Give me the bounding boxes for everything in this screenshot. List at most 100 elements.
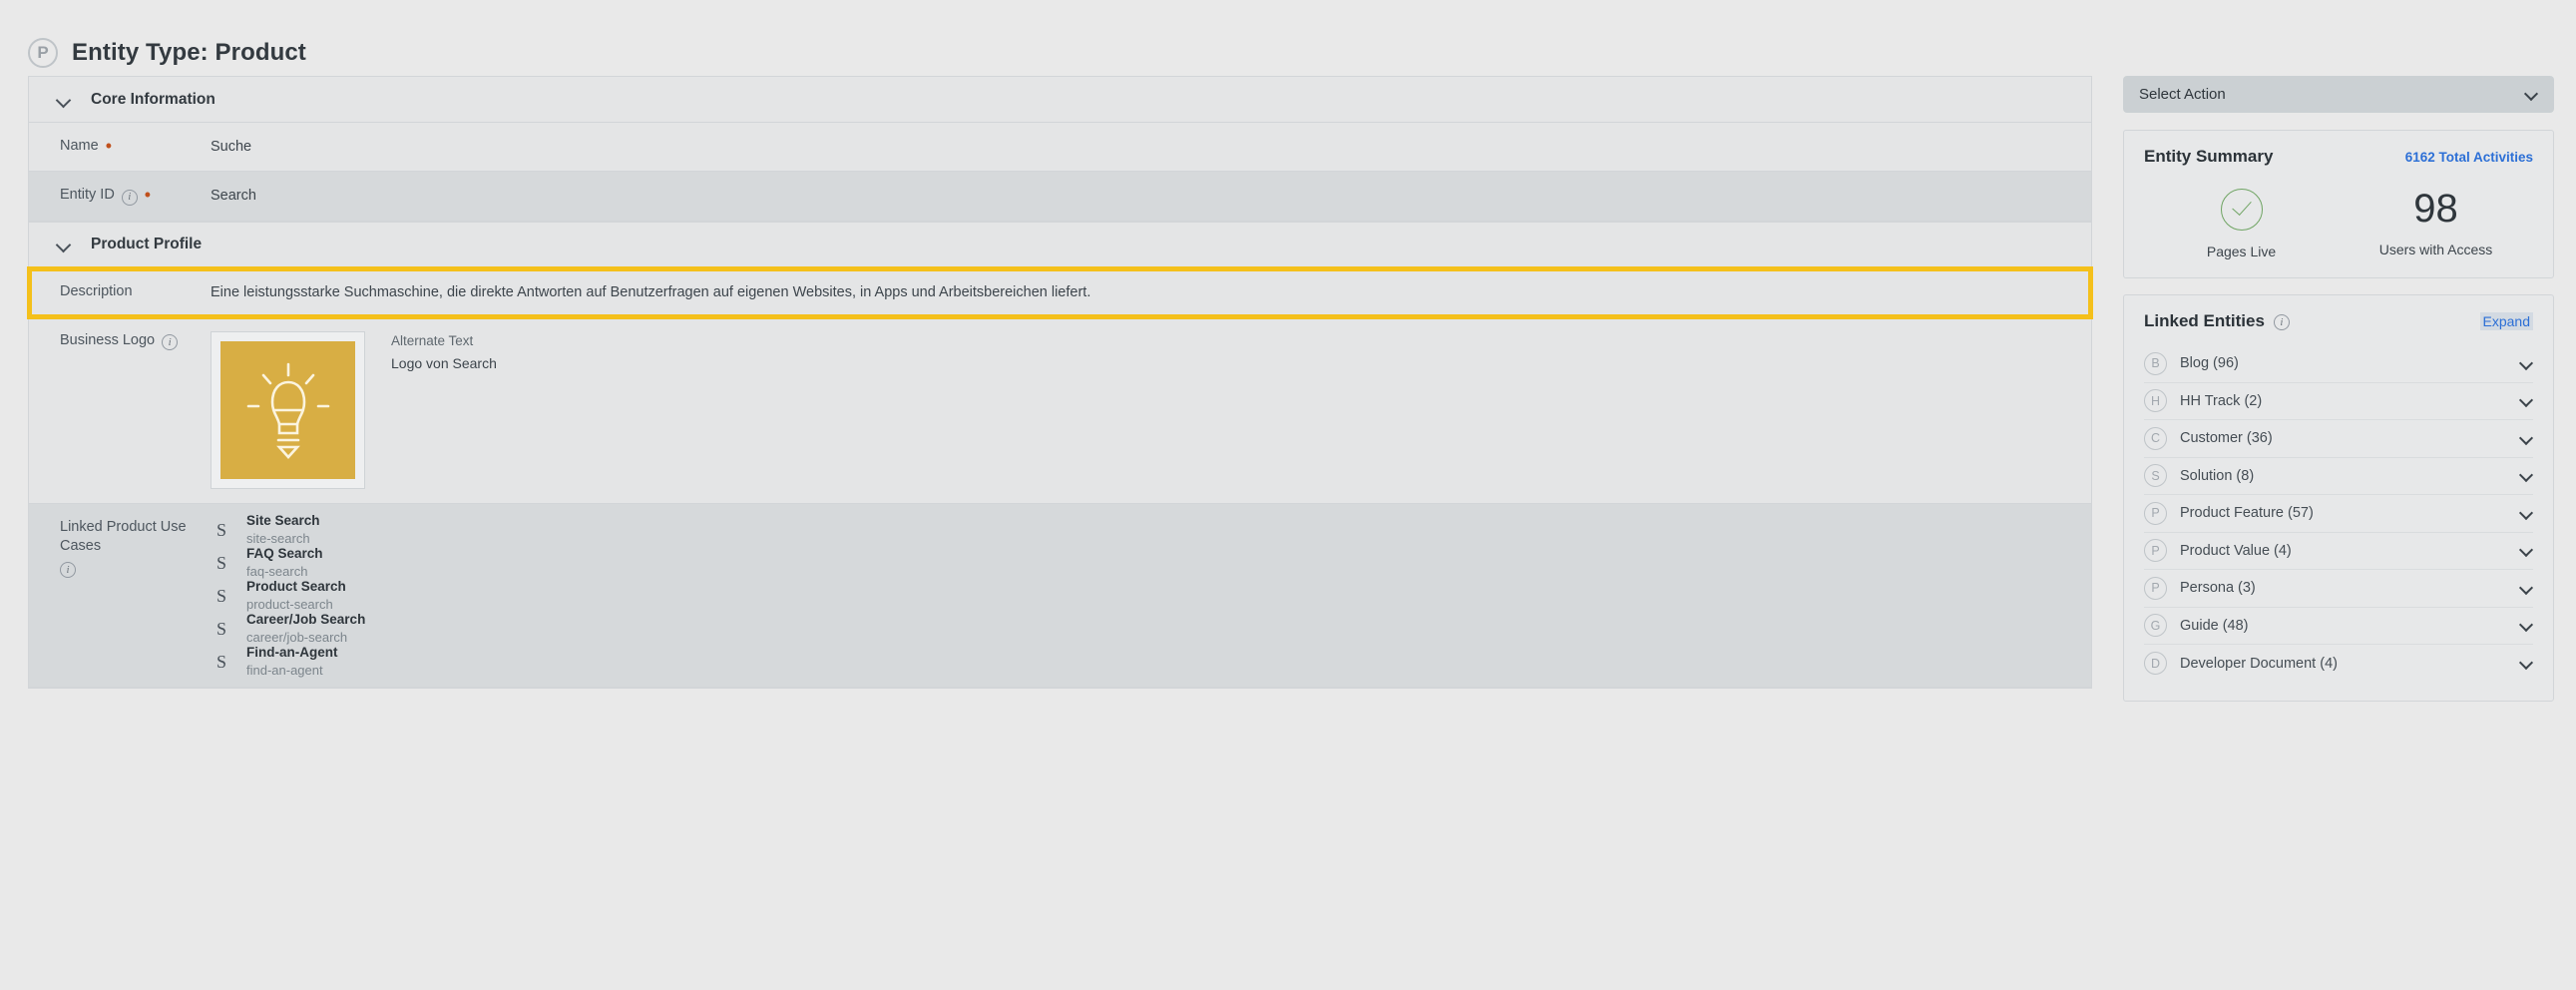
select-action-value: Select Action [2139,86,2226,103]
linked-entity-label: Blog (96) [2180,355,2239,372]
field-value-entity-id[interactable]: Search [211,172,276,220]
panel-header: Linked Entities i Expand [2144,311,2533,331]
list-item[interactable]: S Site Search site-search [211,512,365,547]
field-row-name: Name • Suche [29,123,2091,173]
field-value-description[interactable]: Eine leistungsstarke Suchmaschine, die d… [211,268,1110,316]
list-item[interactable]: S FAQ Search faq-search [211,546,365,580]
alternate-text-block: Alternate Text Logo von Search [391,331,497,489]
field-label-group: Linked Product Use Cases i [29,504,211,579]
avatar: S [215,552,226,573]
chevron-down-icon [57,93,71,107]
entity-detail-card: Core Information Name • Suche Entity ID … [27,76,2093,689]
use-case-title: Site Search [246,512,320,528]
field-label-group: Description [29,268,211,302]
linked-entity-row[interactable]: P Product Feature (57) [2144,495,2533,533]
field-label-group: Name • [29,123,211,157]
stat-label: Pages Live [2206,244,2277,259]
panel-title: Linked Entities [2144,311,2265,330]
content-area: Core Information Name • Suche Entity ID … [0,76,2576,718]
right-sidebar: Select Action Entity Summary 6162 Total … [2123,76,2554,718]
panel-title-group: Linked Entities i [2144,311,2290,331]
field-row-entity-id: Entity ID i • Search [29,172,2091,222]
linked-entity-label: HH Track (2) [2180,392,2263,409]
field-label: Description [60,282,133,299]
chevron-down-icon[interactable] [2520,582,2533,595]
circled-letter-icon: G [2144,614,2167,638]
linked-entity-label: Guide (48) [2180,617,2249,634]
chevron-down-icon[interactable] [2520,469,2533,482]
alternate-text-label: Alternate Text [391,332,474,348]
stat-pages-live: Pages Live [2144,189,2339,259]
chevron-down-icon[interactable] [2520,432,2533,445]
logo-thumbnail-frame[interactable] [211,330,365,489]
linked-entity-label: Persona (3) [2180,580,2256,597]
chevron-down-icon[interactable] [2520,507,2533,520]
list-item-text: Find-an-Agent find-an-agent [246,644,337,682]
lightbulb-icon [220,340,355,479]
linked-entity-label: Developer Document (4) [2180,655,2338,672]
entity-detail-page: P Entity Type: Product Core Information … [0,0,2576,990]
avatar: S [215,651,226,672]
field-label-group: Entity ID i • [29,172,211,206]
list-item[interactable]: S Career/Job Search career/job-search [211,612,365,646]
linked-entity-row[interactable]: B Blog (96) [2144,345,2533,383]
field-label: Name [60,138,99,154]
required-indicator: • [144,185,152,206]
field-row-description: Description Eine leistungsstarke Suchmas… [27,265,2093,319]
chevron-down-icon[interactable] [2520,394,2533,407]
chevron-down-icon[interactable] [2520,357,2533,370]
section-title: Core Information [91,90,215,108]
list-item[interactable]: S Product Search product-search [211,578,365,613]
field-value-name[interactable]: Suche [211,123,271,171]
linked-entity-row[interactable]: P Persona (3) [2144,570,2533,608]
panel-title: Entity Summary [2144,147,2274,166]
check-circle-icon [2220,189,2263,231]
circled-letter-icon: P [2144,539,2167,563]
linked-entity-row[interactable]: G Guide (48) [2144,608,2533,645]
chevron-down-icon[interactable] [2520,619,2533,632]
chevron-down-icon[interactable] [2520,657,2533,670]
chevron-down-icon [57,238,71,251]
required-indicator: • [105,136,112,156]
chevron-down-icon [2525,88,2538,101]
linked-entities-panel: Linked Entities i Expand B Blog (96) H H… [2123,294,2554,702]
info-icon[interactable]: i [2273,314,2290,330]
info-icon[interactable]: i [121,189,138,206]
linked-entities-list: B Blog (96) H HH Track (2) C Customer (3… [2144,345,2533,683]
linked-entity-row[interactable]: P Product Value (4) [2144,533,2533,570]
info-icon[interactable]: i [162,334,179,351]
stat-label: Users with Access [2378,242,2493,257]
list-item[interactable]: S Find-an-Agent find-an-agent [211,644,365,682]
page-title: Entity Type: Product [72,39,306,66]
summary-stats: Pages Live 98 Users with Access [2144,181,2533,259]
section-header-product-profile[interactable]: Product Profile [29,221,2091,268]
info-icon[interactable]: i [60,562,76,579]
field-label: Business Logo [60,331,156,348]
circled-letter-p-icon: P [28,38,58,68]
field-label: Entity ID [60,187,115,204]
avatar: S [215,618,226,639]
use-case-list: S Site Search site-search S FAQ Search f… [211,504,365,687]
circled-letter-icon: D [2144,652,2167,676]
alternate-text-value[interactable]: Logo von Search [391,355,497,371]
total-activities-link[interactable]: 6162 Total Activities [2405,150,2533,165]
circled-letter-icon: H [2144,389,2167,413]
chevron-down-icon[interactable] [2520,544,2533,557]
linked-entity-row[interactable]: D Developer Document (4) [2144,645,2533,683]
linked-entity-label: Solution (8) [2180,467,2255,484]
select-action-dropdown[interactable]: Select Action [2123,76,2554,113]
stat-users-with-access: 98 Users with Access [2339,189,2533,259]
use-case-title: Product Search [246,578,346,594]
page-header: P Entity Type: Product [0,0,2576,76]
linked-entity-row[interactable]: C Customer (36) [2144,420,2533,458]
stat-value: 98 [2413,187,2458,231]
circled-letter-icon: S [2144,464,2167,488]
linked-entity-row[interactable]: H HH Track (2) [2144,383,2533,420]
section-header-core-information[interactable]: Core Information [29,76,2091,123]
field-row-business-logo: Business Logo i Alternate Text Logo von … [29,316,2091,504]
linked-entity-row[interactable]: S Solution (8) [2144,458,2533,495]
circled-letter-icon: C [2144,426,2167,450]
expand-link[interactable]: Expand [2479,312,2533,330]
avatar: S [215,585,226,606]
entity-summary-panel: Entity Summary 6162 Total Activities Pag… [2123,130,2554,278]
